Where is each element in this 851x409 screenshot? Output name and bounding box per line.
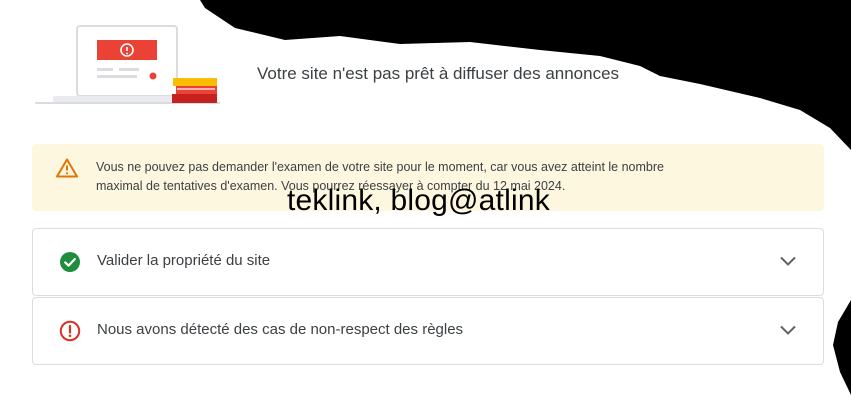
check-circle-icon (60, 252, 80, 272)
check-policy-violations[interactable]: Nous avons détecté des cas de non-respec… (32, 297, 824, 365)
page-title: Votre site n'est pas prêt à diffuser des… (257, 64, 620, 83)
chevron-down-icon[interactable] (779, 254, 797, 268)
warning-triangle-icon (56, 158, 78, 178)
error-circle-icon (59, 320, 81, 342)
alert-message-line: Vous ne pouvez pas demander l'examen de … (96, 160, 664, 174)
check-label: Nous avons détecté des cas de non-respec… (97, 321, 464, 338)
check-site-ownership[interactable]: Valider la propriété du site (32, 228, 824, 296)
site-not-ready-illustration (35, 25, 220, 104)
check-label: Valider la propriété du site (97, 252, 271, 269)
chevron-down-icon[interactable] (779, 323, 797, 337)
watermark-text: teklink, blog@atlink (287, 184, 550, 217)
screenshot-area: Votre site n'est pas prêt à diffuser des… (0, 0, 851, 409)
